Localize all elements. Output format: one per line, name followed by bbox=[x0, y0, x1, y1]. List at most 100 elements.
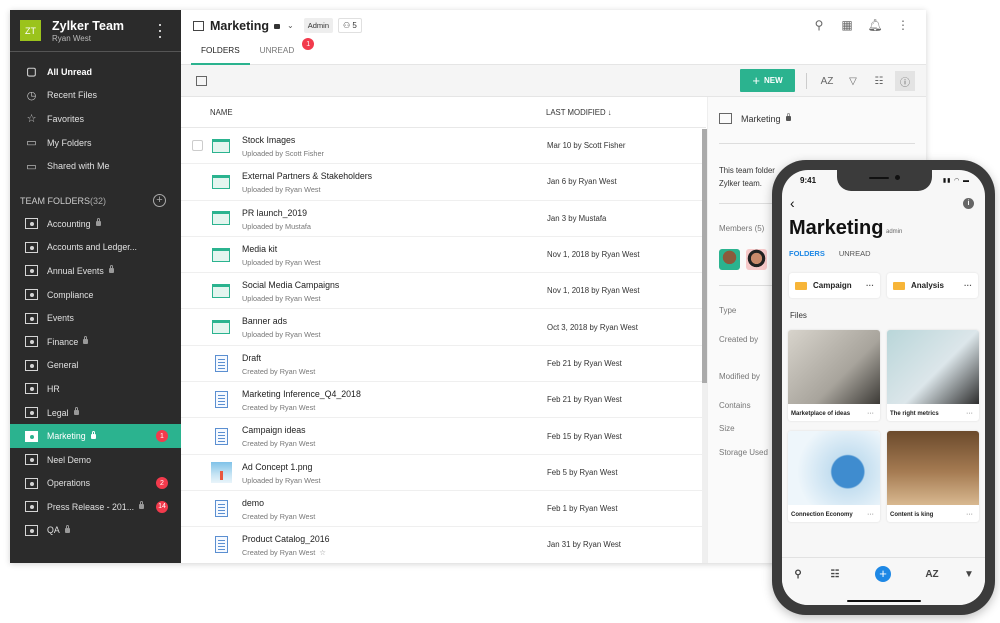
search-icon[interactable]: ⚲ bbox=[791, 567, 805, 581]
table-row[interactable]: PR launch_2019 Uploaded by Mustafa Jan 3 b… bbox=[181, 201, 706, 237]
file-thumbnail bbox=[887, 431, 979, 505]
table-row[interactable]: Banner ads Uploaded by Ryan West Oct 3, 20… bbox=[181, 309, 706, 346]
sidebar-item-all-unread[interactable]: ▢ All Unread bbox=[10, 60, 181, 84]
add-button[interactable]: + bbox=[875, 566, 891, 582]
table-row[interactable]: Campaign ideas Created by Ryan West Feb 15… bbox=[181, 418, 706, 455]
sidebar-team-folder[interactable]: Events bbox=[10, 306, 181, 330]
home-indicator bbox=[847, 600, 921, 602]
chevron-down-icon[interactable]: ⌄ bbox=[287, 21, 294, 30]
more-icon[interactable]: ··· bbox=[866, 281, 874, 290]
mobile-file-card[interactable]: The right metrics ··· bbox=[887, 330, 979, 421]
table-row[interactable]: Media kit Uploaded by Ryan West Nov 1, 201… bbox=[181, 237, 706, 274]
team-menu-icon[interactable] bbox=[155, 22, 165, 40]
sidebar-team-folder[interactable]: Accounts and Ledger... bbox=[10, 236, 181, 260]
table-row[interactable]: Ad Concept 1.png Uploaded by Ryan West Feb… bbox=[181, 455, 706, 491]
folder-icon bbox=[212, 211, 230, 226]
sidebar-item-my-folders[interactable]: ▭ My Folders bbox=[10, 131, 181, 155]
more-icon[interactable]: ··· bbox=[966, 511, 973, 518]
unread-badge: 1 bbox=[156, 430, 168, 443]
sidebar-team-folder[interactable]: Accounting bbox=[10, 212, 181, 236]
view-list-icon[interactable]: ☷ bbox=[869, 71, 889, 91]
row-checkbox[interactable] bbox=[192, 140, 203, 152]
sidebar-item-favorites[interactable]: ☆ Favorites bbox=[10, 107, 181, 131]
sidebar-team-folder[interactable]: Legal bbox=[10, 401, 181, 425]
member-avatar[interactable] bbox=[719, 249, 740, 270]
file-name[interactable]: Media kit bbox=[242, 244, 277, 254]
team-name[interactable]: Zylker Team bbox=[52, 19, 124, 33]
file-name[interactable]: PR launch_2019 bbox=[242, 208, 307, 218]
file-owner: Uploaded by Ryan West bbox=[242, 257, 321, 267]
sidebar-team-folder[interactable]: Compliance bbox=[10, 283, 181, 307]
file-owner: Uploaded by Scott Fisher bbox=[242, 149, 324, 158]
team-folders-count: (32) bbox=[90, 195, 107, 206]
sidebar-nav: ▢ All Unread ◷ Recent Files ☆ Favorites … bbox=[10, 52, 181, 178]
table-row[interactable]: External Partners & Stakeholders Uploaded… bbox=[181, 164, 706, 201]
sidebar-team-folder[interactable]: QA bbox=[10, 519, 181, 543]
sidebar-team-folder[interactable]: HR bbox=[10, 377, 181, 401]
table-row[interactable]: Draft Created by Ryan West Feb 21 by Ryan … bbox=[181, 346, 706, 383]
star-icon[interactable]: ☆ bbox=[319, 548, 326, 557]
file-name[interactable]: Campaign ideas bbox=[242, 425, 306, 435]
sort-az-icon[interactable]: AZ bbox=[817, 71, 837, 91]
filter-icon[interactable]: ▽ bbox=[843, 71, 863, 91]
file-name[interactable]: Product Catalog_2016 bbox=[242, 534, 330, 544]
mobile-folder-card[interactable]: Campaign ··· bbox=[789, 273, 880, 298]
table-row[interactable]: Stock Images Uploaded by Scott Fisher Mar … bbox=[181, 128, 706, 165]
sidebar-team-folder[interactable]: Finance bbox=[10, 330, 181, 354]
team-folder-label: Marketing bbox=[47, 431, 86, 442]
search-icon[interactable]: ⚲ bbox=[812, 18, 826, 32]
filter-icon[interactable]: ▼ bbox=[962, 567, 976, 581]
new-button[interactable]: + NEW bbox=[740, 69, 795, 92]
tab-unread[interactable]: UNREAD 1 bbox=[250, 38, 315, 65]
bell-icon[interactable]: 🔔︎ bbox=[867, 18, 882, 32]
info-icon[interactable]: i bbox=[963, 198, 974, 209]
unread-badge: 1 bbox=[302, 38, 315, 50]
status-icons: ▮▮ ◠ ▬ bbox=[942, 178, 970, 184]
lock-icon bbox=[73, 407, 79, 416]
table-row[interactable]: Social Media Campaigns Uploaded by Ryan W… bbox=[181, 273, 706, 310]
sidebar-item-shared-with-me[interactable]: ▭ Shared with Me bbox=[10, 154, 181, 178]
sidebar-team-folder[interactable]: Marketing 1 bbox=[10, 424, 181, 448]
team-folder-icon bbox=[25, 501, 38, 513]
file-name[interactable]: Draft bbox=[242, 353, 261, 363]
more-icon[interactable]: ··· bbox=[867, 511, 874, 518]
info-icon[interactable]: ⓘ bbox=[895, 71, 915, 91]
sidebar-team-folder[interactable]: General bbox=[10, 354, 181, 378]
mobile-file-card[interactable]: Content is king ··· bbox=[887, 431, 979, 522]
apps-grid-icon[interactable]: ▦ bbox=[840, 18, 854, 32]
mobile-tab-folders[interactable]: FOLDERS bbox=[789, 249, 825, 258]
mobile-folder-card[interactable]: Analysis ··· bbox=[887, 273, 978, 298]
file-name[interactable]: Stock Images bbox=[242, 135, 295, 145]
sidebar-team-folder[interactable]: Press Release - 201... 14 bbox=[10, 495, 181, 519]
mobile-file-card[interactable]: Marketplace of ideas ··· bbox=[788, 330, 880, 421]
file-name[interactable]: Banner ads bbox=[242, 316, 287, 326]
sidebar-team-folder[interactable]: Annual Events bbox=[10, 259, 181, 283]
last-modified: Mar 10 by Scott Fisher bbox=[547, 141, 626, 151]
mobile-file-card[interactable]: Connection Economy ··· bbox=[788, 431, 880, 522]
sidebar-team-folder[interactable]: Operations 2 bbox=[10, 472, 181, 496]
members-button[interactable]: ⚇ 5 bbox=[338, 18, 362, 33]
mobile-tab-unread[interactable]: UNREAD bbox=[839, 249, 871, 258]
sidebar-item-recent-files[interactable]: ◷ Recent Files bbox=[10, 84, 181, 108]
file-name[interactable]: Ad Concept 1.png bbox=[242, 462, 312, 472]
column-name[interactable]: NAME bbox=[210, 108, 546, 117]
file-name[interactable]: Social Media Campaigns bbox=[242, 280, 339, 290]
file-name[interactable]: Marketing Inference_Q4_2018 bbox=[242, 389, 361, 399]
more-icon[interactable]: ··· bbox=[966, 410, 973, 417]
table-row[interactable]: Marketing Inference_Q4_2018 Created by Ry… bbox=[181, 382, 706, 419]
view-list-icon[interactable]: ☷ bbox=[828, 567, 842, 581]
more-icon[interactable]: ··· bbox=[867, 410, 874, 417]
sidebar-team-folder[interactable]: Neel Demo bbox=[10, 448, 181, 472]
more-icon[interactable]: ··· bbox=[964, 281, 972, 290]
tab-folders[interactable]: FOLDERS bbox=[191, 42, 250, 65]
add-team-folder-icon[interactable]: + bbox=[153, 194, 166, 208]
back-icon[interactable]: ‹ bbox=[790, 195, 795, 211]
file-name[interactable]: External Partners & Stakeholders bbox=[242, 171, 372, 181]
column-last-modified[interactable]: LAST MODIFIED ↓ bbox=[546, 108, 612, 117]
member-avatar[interactable] bbox=[746, 249, 767, 270]
table-row[interactable]: Product Catalog_2016 Created by Ryan West… bbox=[181, 527, 706, 563]
more-icon[interactable]: ⋮ bbox=[896, 18, 910, 32]
file-name[interactable]: demo bbox=[242, 498, 264, 508]
sort-az-icon[interactable]: AZ bbox=[925, 567, 939, 581]
table-row[interactable]: demo Created by Ryan West Feb 1 by Ryan We… bbox=[181, 491, 706, 528]
